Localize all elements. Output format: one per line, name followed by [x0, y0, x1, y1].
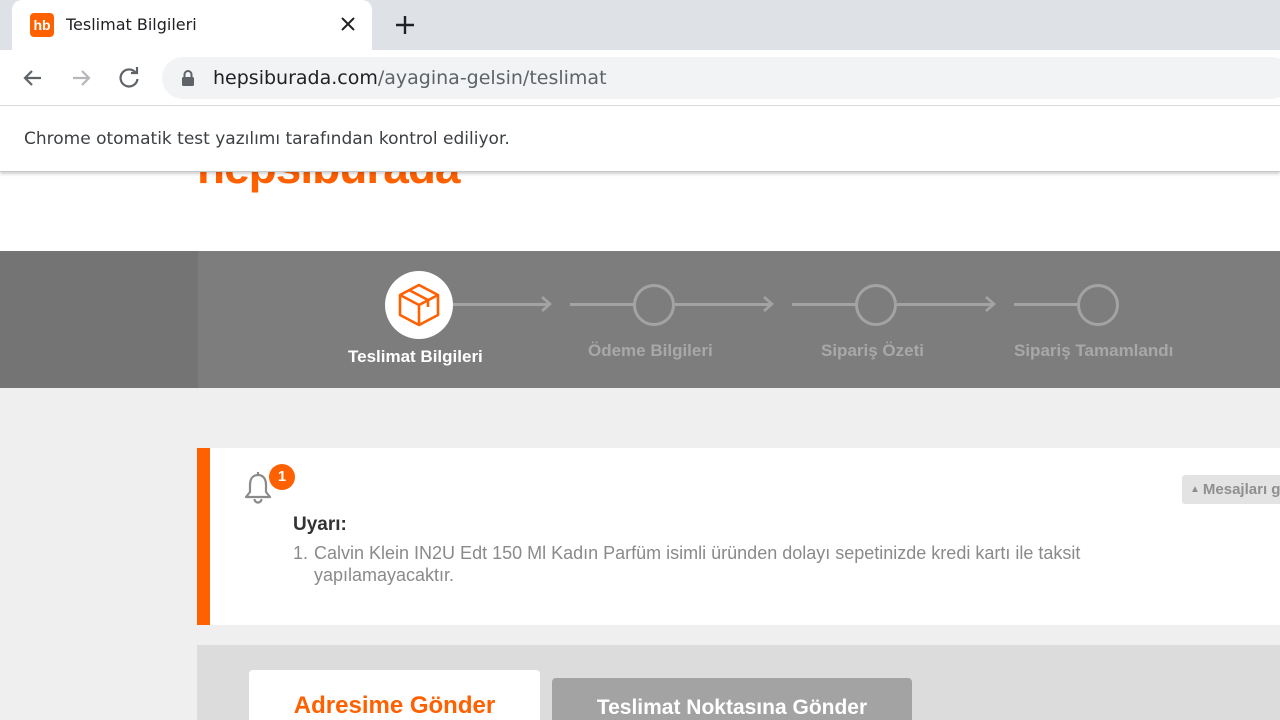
step-connector — [1014, 303, 1078, 306]
automation-infobar: Chrome otomatik test yazılımı tarafından… — [0, 106, 1280, 172]
browser-toolbar: hepsiburada.com/ayagina-gelsin/teslimat — [0, 50, 1280, 106]
tab-strip: hb Teslimat Bilgileri — [0, 0, 1280, 50]
step-connector — [792, 303, 856, 306]
alert-list: 1. Calvin Klein IN2U Edt 150 Ml Kadın Pa… — [293, 542, 1173, 586]
lock-icon[interactable] — [180, 69, 196, 87]
hide-messages-label: Mesajları gizle — [1202, 481, 1280, 498]
chevron-right-icon — [985, 296, 996, 312]
chevron-right-icon — [541, 296, 552, 312]
new-tab-icon[interactable] — [392, 12, 418, 38]
tab-send-to-pickup-point[interactable]: Teslimat Noktasına Gönder — [552, 678, 912, 720]
step-complete-circle — [1077, 284, 1119, 326]
step-label-delivery: Teslimat Bilgileri — [348, 347, 483, 366]
step-connector — [897, 303, 994, 306]
step-summary-circle — [855, 284, 897, 326]
chevron-right-icon — [763, 296, 774, 312]
step-connector — [570, 303, 634, 306]
hepsiburada-logo[interactable]: hepsiburada — [197, 172, 461, 194]
alert-item-text: Calvin Klein IN2U Edt 150 Ml Kadın Parfü… — [314, 543, 1081, 585]
close-icon[interactable] — [336, 12, 360, 36]
url-text[interactable]: hepsiburada.com/ayagina-gelsin/teslimat — [213, 67, 607, 89]
step-delivery-circle — [385, 271, 453, 339]
forward-icon[interactable] — [67, 64, 95, 92]
address-bar[interactable]: hepsiburada.com/ayagina-gelsin/teslimat — [162, 57, 1280, 99]
step-payment-circle — [633, 284, 675, 326]
back-icon[interactable] — [19, 64, 47, 92]
package-icon — [398, 283, 440, 327]
tab-send-to-address[interactable]: Adresime Gönder — [249, 670, 540, 720]
alert-title: Uyarı: — [293, 514, 347, 535]
step-label-complete: Sipariş Tamamlandı — [1014, 341, 1174, 360]
steps-left-panel — [0, 251, 198, 388]
step-label-summary: Sipariş Özeti — [821, 341, 924, 360]
step-connector — [453, 303, 550, 306]
tab-send-to-pickup-point-label: Teslimat Noktasına Gönder — [596, 696, 868, 719]
site-header: hepsiburada — [0, 172, 1280, 251]
caret-up-icon: ▲ — [1190, 484, 1200, 495]
site-favicon-icon: hb — [30, 13, 54, 37]
delivery-options-panel: Adresime Gönder Teslimat Noktasına Gönde… — [197, 645, 1280, 720]
step-connector — [675, 303, 772, 306]
step-label-payment: Ödeme Bilgileri — [588, 341, 713, 360]
tab-send-to-address-label: Adresime Gönder — [293, 692, 496, 719]
notification-badge: 1 — [269, 464, 295, 490]
hide-messages-button[interactable]: ▲Mesajları gizle — [1182, 475, 1280, 504]
reload-icon[interactable] — [115, 64, 143, 92]
infobar-text: Chrome otomatik test yazılımı tarafından… — [24, 129, 510, 149]
browser-tab[interactable]: hb Teslimat Bilgileri — [12, 0, 372, 50]
warning-alert: 1 Uyarı: 1. Calvin Klein IN2U Edt 150 Ml… — [197, 448, 1280, 625]
alert-item-number: 1. — [293, 543, 309, 563]
tab-title: Teslimat Bilgileri — [66, 15, 197, 34]
checkout-steps: Teslimat Bilgileri Ödeme Bilgileri Sipar… — [0, 251, 1280, 388]
